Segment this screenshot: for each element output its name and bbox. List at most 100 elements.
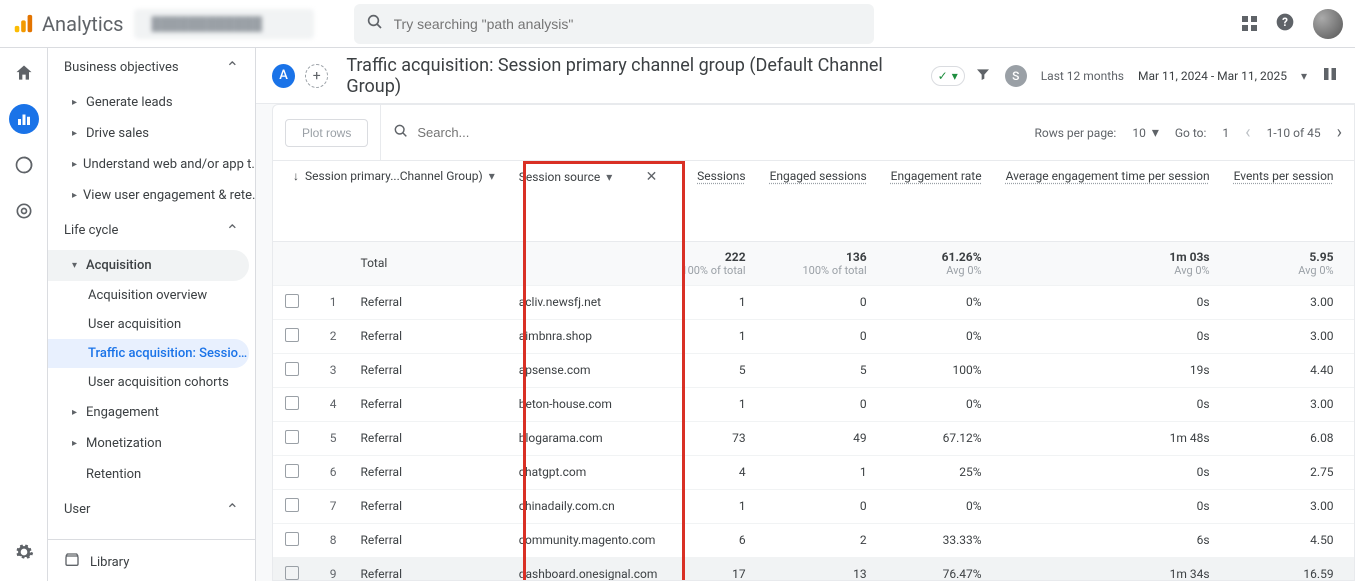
compare-icon[interactable] bbox=[1321, 65, 1339, 86]
nav-item[interactable]: ▸Generate leads bbox=[48, 87, 255, 118]
table-row[interactable]: 7Referralchinadaily.com.cn100%0s3.00 bbox=[273, 489, 1354, 523]
nav-item[interactable]: ▸Drive sales bbox=[48, 118, 255, 149]
row-checkbox[interactable] bbox=[285, 396, 299, 410]
row-checkbox[interactable] bbox=[285, 498, 299, 512]
nav-sub-item[interactable]: Traffic acquisition: Session... bbox=[48, 339, 249, 368]
table-search[interactable] bbox=[393, 123, 653, 143]
add-segment-button[interactable]: + bbox=[305, 64, 328, 88]
row-checkbox[interactable] bbox=[285, 532, 299, 546]
table-scroll[interactable]: ↓Session primary...Channel Group)▾ Sessi… bbox=[273, 161, 1354, 580]
table-row[interactable]: 2Referralaimbnra.shop100%0s3.00 bbox=[273, 319, 1354, 353]
search-icon bbox=[393, 123, 409, 143]
nav-life-cycle[interactable]: Life cycle⌃ bbox=[48, 211, 255, 250]
check-icon: ✓ bbox=[938, 69, 948, 83]
main-area: A + Traffic acquisition: Session primary… bbox=[256, 48, 1355, 581]
avatar[interactable] bbox=[1313, 9, 1343, 39]
chevron-up-icon: ⌃ bbox=[226, 58, 239, 77]
logo-block: Analytics bbox=[12, 12, 124, 36]
nav-user[interactable]: User⌃ bbox=[48, 490, 255, 529]
col-event-count[interactable]: Event countAll events▾ bbox=[1346, 161, 1354, 241]
chevron-down-icon: ▾ bbox=[1152, 125, 1159, 141]
chevron-down-icon: ▾ bbox=[952, 69, 958, 83]
prev-page-button[interactable]: ‹ bbox=[1245, 122, 1250, 143]
table-toolbar: Plot rows Rows per page: 10▾ Go to: 1 ‹ … bbox=[273, 105, 1354, 161]
nav-sub-item[interactable]: User acquisition bbox=[48, 310, 255, 339]
col-engagement-rate[interactable]: Engagement rate bbox=[879, 161, 994, 241]
nav-sub-item[interactable]: Acquisition overview bbox=[48, 281, 255, 310]
segment-chip-a[interactable]: A bbox=[272, 64, 295, 88]
chevron-down-icon: ▾ bbox=[606, 170, 612, 184]
nav-item[interactable]: ▸Monetization bbox=[48, 428, 255, 459]
chevron-down-icon: ▾ bbox=[489, 169, 495, 183]
property-selector[interactable]: ████████████ bbox=[134, 9, 314, 39]
chevron-up-icon: ⌃ bbox=[226, 221, 239, 240]
header-right: ? bbox=[1242, 9, 1343, 39]
nav-item[interactable]: ▸Understand web and/or app t... bbox=[48, 149, 255, 180]
chevron-down-icon[interactable]: ▾ bbox=[1301, 69, 1307, 83]
row-checkbox[interactable] bbox=[285, 328, 299, 342]
rows-per-page-label: Rows per page: bbox=[1034, 126, 1116, 140]
plot-rows-button[interactable]: Plot rows bbox=[285, 119, 368, 147]
row-checkbox[interactable] bbox=[285, 430, 299, 444]
col-events-per-session[interactable]: Events per session bbox=[1222, 161, 1346, 241]
table-row[interactable]: 8Referralcommunity.magento.com6233.33%6s… bbox=[273, 523, 1354, 557]
table-row[interactable]: 6Referralchatgpt.com4125%0s2.751 bbox=[273, 455, 1354, 489]
table-row[interactable]: 1Referralacliv.newsfj.net100%0s3.00 bbox=[273, 285, 1354, 319]
sort-desc-icon: ↓ bbox=[293, 169, 299, 183]
remove-dimension-button[interactable]: ✕ bbox=[646, 169, 658, 185]
global-search[interactable] bbox=[354, 4, 874, 44]
nav-business-objectives[interactable]: Business objectives⌃ bbox=[48, 48, 255, 87]
date-range-label: Last 12 months bbox=[1041, 69, 1124, 83]
report-title: Traffic acquisition: Session primary cha… bbox=[346, 55, 920, 97]
totals-label: Total bbox=[349, 241, 507, 285]
table-row[interactable]: 3Referralapsense.com55100%19s4.402 bbox=[273, 353, 1354, 387]
svg-text:?: ? bbox=[1282, 15, 1288, 29]
row-checkbox[interactable] bbox=[285, 294, 299, 308]
col-avg-engagement-time[interactable]: Average engagement time per session bbox=[994, 161, 1222, 241]
home-icon[interactable] bbox=[9, 58, 39, 88]
goto-select[interactable]: 1 bbox=[1222, 126, 1229, 140]
table-card: Plot rows Rows per page: 10▾ Go to: 1 ‹ … bbox=[272, 104, 1355, 581]
col-engaged-sessions[interactable]: Engaged sessions bbox=[758, 161, 879, 241]
nav-item[interactable]: ▸View user engagement & rete... bbox=[48, 180, 255, 211]
table-search-input[interactable] bbox=[417, 125, 593, 140]
admin-icon[interactable] bbox=[9, 537, 39, 567]
library-icon bbox=[64, 552, 80, 572]
global-search-input[interactable] bbox=[394, 16, 862, 32]
ga-logo-icon bbox=[12, 13, 34, 35]
page-range: 1-10 of 45 bbox=[1267, 126, 1321, 140]
goto-label: Go to: bbox=[1175, 126, 1207, 140]
filter-icon[interactable] bbox=[975, 66, 991, 85]
search-icon bbox=[366, 13, 384, 35]
col-secondary-dimension[interactable]: Session source▾✕ bbox=[507, 161, 670, 241]
table-row[interactable]: 9Referraldashboard.onesignal.com171376.4… bbox=[273, 557, 1354, 580]
table-row[interactable]: 4Referralbeton-house.com100%0s3.00 bbox=[273, 387, 1354, 421]
apps-icon[interactable] bbox=[1242, 16, 1257, 31]
rows-per-page-select[interactable]: 10▾ bbox=[1132, 125, 1159, 141]
pagination: Rows per page: 10▾ Go to: 1 ‹ 1-10 of 45… bbox=[1034, 122, 1342, 143]
report-header: A + Traffic acquisition: Session primary… bbox=[256, 48, 1355, 104]
app-header: Analytics ████████████ ? bbox=[0, 0, 1355, 48]
reports-icon[interactable] bbox=[9, 104, 39, 134]
side-nav: Business objectives⌃ ▸Generate leads▸Dri… bbox=[48, 48, 256, 581]
advertising-icon[interactable] bbox=[9, 196, 39, 226]
nav-item[interactable]: ▸Engagement bbox=[48, 397, 255, 428]
nav-library[interactable]: Library bbox=[48, 539, 255, 581]
col-sessions[interactable]: Sessions bbox=[669, 161, 757, 241]
status-chip[interactable]: ✓▾ bbox=[931, 66, 965, 86]
nav-rail bbox=[0, 48, 48, 581]
col-primary-dimension[interactable]: ↓Session primary...Channel Group)▾ bbox=[273, 161, 507, 241]
row-checkbox[interactable] bbox=[285, 464, 299, 478]
explore-icon[interactable] bbox=[9, 150, 39, 180]
date-range[interactable]: Mar 11, 2024 - Mar 11, 2025 bbox=[1138, 69, 1287, 83]
row-checkbox[interactable] bbox=[285, 362, 299, 376]
data-table: ↓Session primary...Channel Group)▾ Sessi… bbox=[273, 161, 1354, 580]
table-row[interactable]: 5Referralblogarama.com734967.12%1m 48s6.… bbox=[273, 421, 1354, 455]
help-icon[interactable]: ? bbox=[1275, 12, 1295, 36]
nav-item[interactable]: Retention bbox=[48, 459, 255, 490]
nav-acquisition[interactable]: ▾Acquisition bbox=[48, 250, 249, 281]
filter-badge[interactable]: S bbox=[1005, 65, 1027, 87]
nav-sub-item[interactable]: User acquisition cohorts bbox=[48, 368, 255, 397]
row-checkbox[interactable] bbox=[285, 566, 299, 580]
next-page-button[interactable]: › bbox=[1337, 122, 1342, 143]
